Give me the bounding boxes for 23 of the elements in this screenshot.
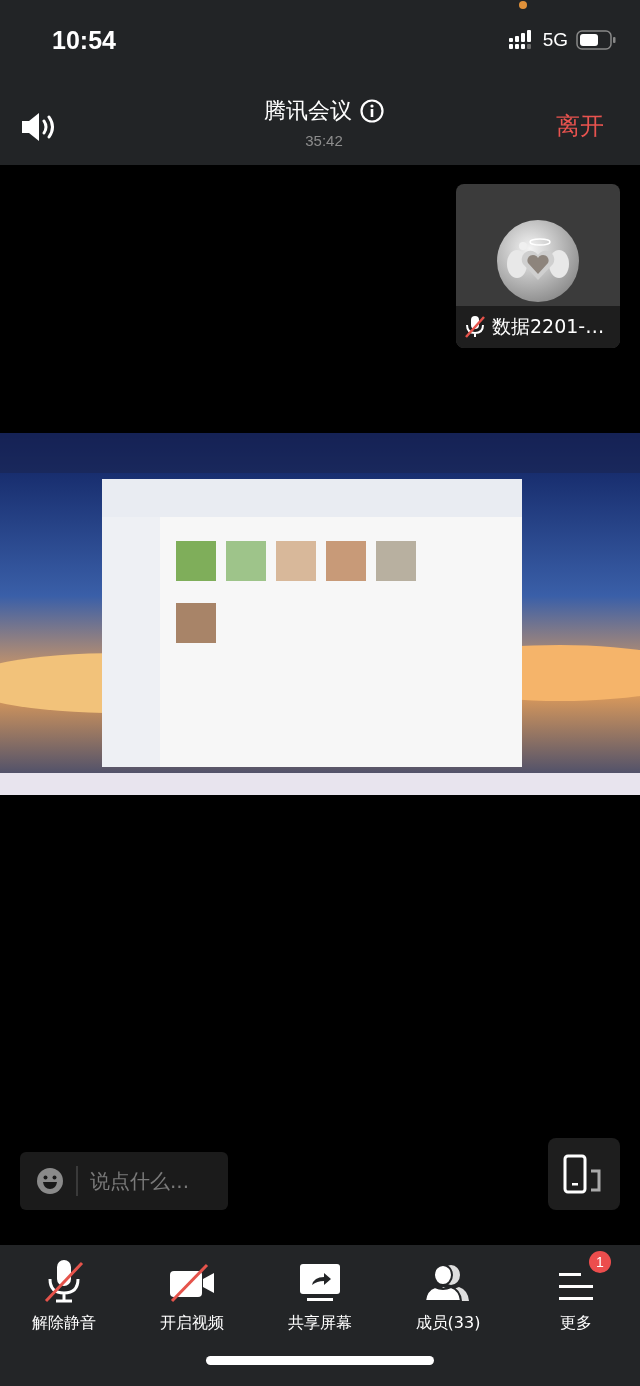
message-input[interactable]: 说点什么... xyxy=(90,1169,220,1193)
notification-badge: 1 xyxy=(589,1251,611,1273)
meeting-title[interactable]: 腾讯会议 xyxy=(264,96,352,126)
battery-icon xyxy=(576,30,616,50)
members-icon xyxy=(425,1263,471,1303)
status-time: 10:54 xyxy=(52,25,116,55)
participant-tile[interactable]: 数据2201-… xyxy=(456,184,620,348)
mic-button[interactable]: 解除静音 xyxy=(0,1247,128,1334)
more-button[interactable]: 1 更多 xyxy=(512,1247,640,1334)
rotate-screen-button[interactable] xyxy=(548,1138,620,1210)
chat-field[interactable]: 说点什么... xyxy=(20,1152,228,1210)
privacy-dot-icon xyxy=(518,1,527,9)
speaker-icon[interactable] xyxy=(20,111,56,142)
participant-name: 数据2201-… xyxy=(492,314,605,339)
camera-button[interactable]: 开启视频 xyxy=(128,1247,256,1334)
meeting-duration: 35:42 xyxy=(305,132,343,149)
share-button[interactable]: 共享屏幕 xyxy=(256,1247,384,1334)
network-type: 5G xyxy=(542,29,568,51)
members-button[interactable]: 成员(33) xyxy=(384,1247,512,1334)
info-icon[interactable] xyxy=(360,99,384,123)
share-screen-icon xyxy=(299,1263,341,1303)
leave-button[interactable]: 离开 xyxy=(556,109,604,142)
emoji-icon[interactable] xyxy=(36,1167,64,1195)
